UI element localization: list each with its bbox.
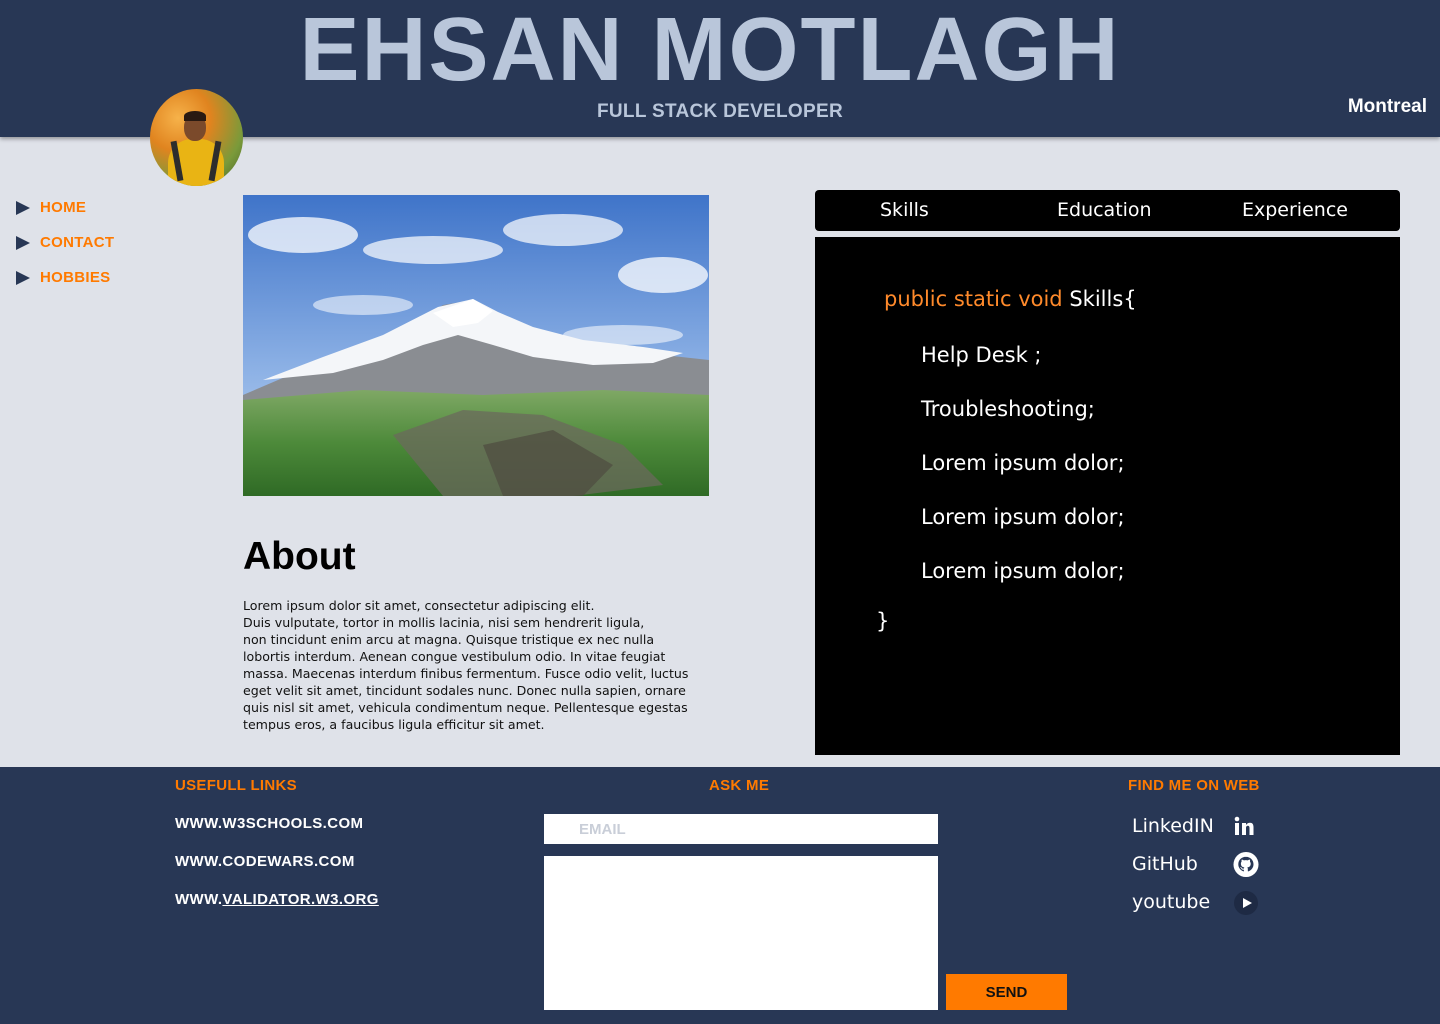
- footer-link-text: WWW.CODEWARS.COM: [175, 853, 355, 870]
- nav-item-label: CONTACT: [40, 234, 115, 251]
- message-textarea[interactable]: [544, 856, 938, 1010]
- code-line: Lorem ipsum dolor;: [921, 451, 1125, 475]
- mountain-photo: [243, 195, 709, 496]
- code-line: Lorem ipsum dolor;: [921, 559, 1125, 583]
- useful-links-heading: USEFULL LINKS: [175, 777, 297, 794]
- code-panel: public static void Skills{ Help Desk ; T…: [815, 237, 1400, 755]
- tab-education[interactable]: Education: [1057, 190, 1152, 231]
- nav-item-home[interactable]: HOME: [16, 190, 114, 225]
- tab-skills[interactable]: Skills: [880, 190, 929, 231]
- site-title: EHSAN MOTLAGH: [299, 0, 1121, 100]
- footer-link-w3schools[interactable]: WWW.W3SCHOOLS.COM: [175, 815, 363, 832]
- triangle-right-icon: [16, 270, 30, 285]
- footer-link-validator[interactable]: WWW.VALIDATOR.W3.ORG: [175, 891, 379, 908]
- email-field[interactable]: [544, 814, 938, 844]
- code-keyword: public static void: [884, 287, 1063, 311]
- github-icon[interactable]: [1233, 851, 1259, 877]
- nav-item-hobbies[interactable]: HOBBIES: [16, 260, 114, 295]
- nav-item-contact[interactable]: CONTACT: [16, 225, 114, 260]
- footer-link-text: WWW.W3SCHOOLS.COM: [175, 815, 364, 832]
- youtube-icon[interactable]: [1233, 890, 1259, 916]
- location-label: Montreal: [1347, 96, 1427, 117]
- linkedin-icon[interactable]: [1230, 813, 1256, 839]
- code-line: Help Desk ;: [921, 343, 1042, 367]
- tab-experience[interactable]: Experience: [1242, 190, 1348, 231]
- code-line: Lorem ipsum dolor;: [921, 505, 1125, 529]
- footer-link-text: WWW.: [175, 891, 223, 908]
- social-link-github[interactable]: GitHub: [1132, 853, 1198, 875]
- nav-item-label: HOME: [40, 199, 87, 216]
- avatar: [150, 89, 243, 186]
- nav-item-label: HOBBIES: [40, 269, 111, 286]
- footer-link-codewars[interactable]: WWW.CODEWARS.COM: [175, 853, 355, 870]
- ask-me-heading: ASK ME: [709, 777, 770, 794]
- find-me-heading: FIND ME ON WEB: [1128, 777, 1260, 794]
- triangle-right-icon: [16, 235, 30, 250]
- code-line: Troubleshooting;: [921, 397, 1095, 421]
- code-method-name: Skills{: [1069, 287, 1137, 311]
- site-footer: USEFULL LINKS WWW.W3SCHOOLS.COM WWW.CODE…: [0, 767, 1440, 1024]
- footer-link-text-underlined: VALIDATOR.W3.ORG: [222, 891, 379, 908]
- social-link-linkedin[interactable]: LinkedIN: [1132, 815, 1214, 837]
- about-heading: About: [243, 535, 356, 578]
- triangle-right-icon: [16, 200, 30, 215]
- tab-bar: Skills Education Experience: [815, 190, 1400, 231]
- social-link-youtube[interactable]: youtube: [1132, 891, 1210, 913]
- avatar-hair: [184, 111, 206, 121]
- send-button[interactable]: SEND: [946, 974, 1067, 1010]
- code-signature: public static void Skills{: [884, 287, 1137, 311]
- sidebar-nav: HOME CONTACT HOBBIES: [16, 190, 114, 295]
- code-closing-brace: }: [876, 609, 890, 633]
- about-text: Lorem ipsum dolor sit amet, consectetur …: [243, 598, 689, 732]
